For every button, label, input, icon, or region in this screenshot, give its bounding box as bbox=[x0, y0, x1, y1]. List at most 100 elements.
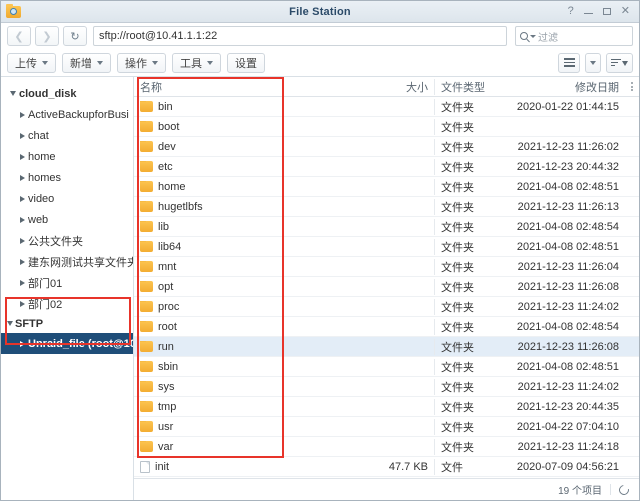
address-input[interactable]: sftp://root@10.41.1.1:22 bbox=[93, 26, 507, 46]
chevron-right-icon[interactable] bbox=[16, 195, 28, 202]
column-header-date[interactable]: 修改日期 bbox=[494, 79, 625, 95]
sidebar-section-sftp[interactable]: SFTP bbox=[1, 314, 133, 333]
sort-button[interactable] bbox=[606, 52, 633, 73]
create-button[interactable]: 新增 bbox=[62, 52, 111, 73]
sidebar-item-video[interactable]: video bbox=[1, 188, 133, 209]
file-name-label: var bbox=[158, 440, 174, 453]
cell-name: sbin bbox=[134, 360, 374, 373]
sidebar-item-homes[interactable]: homes bbox=[1, 167, 133, 188]
cell-name: lib64 bbox=[134, 240, 374, 253]
chevron-right-icon[interactable] bbox=[16, 258, 28, 265]
file-name-label: sbin bbox=[158, 360, 179, 373]
column-options-icon[interactable] bbox=[625, 82, 639, 91]
help-icon[interactable]: ? bbox=[568, 6, 574, 17]
file-name-label: sys bbox=[158, 380, 175, 393]
refresh-icon[interactable] bbox=[617, 482, 631, 497]
folder-icon bbox=[140, 420, 153, 432]
table-row[interactable]: boot 文件夹 bbox=[134, 117, 639, 137]
chevron-down-icon[interactable] bbox=[4, 321, 15, 326]
tools-button[interactable]: 工具 bbox=[172, 52, 221, 73]
table-row[interactable]: bin 文件夹 2020-01-22 01:44:15 bbox=[134, 97, 639, 117]
table-row[interactable]: sbin 文件夹 2021-04-08 02:48:51 bbox=[134, 357, 639, 377]
cell-type: 文件夹 bbox=[434, 318, 494, 335]
table-row[interactable]: etc 文件夹 2021-12-23 20:44:32 bbox=[134, 157, 639, 177]
create-button-label: 新增 bbox=[70, 57, 92, 70]
folder-icon bbox=[140, 120, 153, 132]
sidebar-item-chat[interactable]: chat bbox=[1, 125, 133, 146]
sidebar-item-shared-test-folder[interactable]: 建东网测试共享文件夹 bbox=[1, 251, 133, 272]
table-row[interactable]: root 文件夹 2021-04-08 02:48:54 bbox=[134, 317, 639, 337]
table-row[interactable]: sys 文件夹 2021-12-23 11:24:02 bbox=[134, 377, 639, 397]
table-row[interactable]: init 47.7 KB 文件 2020-07-09 04:56:21 bbox=[134, 457, 639, 477]
chevron-right-icon[interactable] bbox=[16, 300, 28, 307]
action-button[interactable]: 操作 bbox=[117, 52, 166, 73]
view-mode-button[interactable] bbox=[558, 52, 580, 73]
minimize-icon[interactable] bbox=[583, 13, 593, 14]
view-mode-dropdown[interactable] bbox=[585, 52, 601, 73]
table-row[interactable]: hugetlbfs 文件夹 2021-12-23 11:26:13 bbox=[134, 197, 639, 217]
column-header-type[interactable]: 文件类型 bbox=[434, 78, 494, 95]
table-row[interactable]: usr 文件夹 2021-04-22 07:04:10 bbox=[134, 417, 639, 437]
sidebar-item-dept01[interactable]: 部门01 bbox=[1, 272, 133, 293]
close-icon[interactable]: ✕ bbox=[621, 6, 630, 17]
table-row[interactable]: proc 文件夹 2021-12-23 11:24:02 bbox=[134, 297, 639, 317]
window-controls: ? ✕ bbox=[568, 6, 639, 17]
chevron-right-icon[interactable] bbox=[16, 216, 28, 223]
file-name-label: dev bbox=[158, 140, 176, 153]
table-row[interactable]: opt 文件夹 2021-12-23 11:26:08 bbox=[134, 277, 639, 297]
sidebar-item-public-folder[interactable]: 公共文件夹 bbox=[1, 230, 133, 251]
cell-date: 2021-12-23 20:44:32 bbox=[516, 160, 619, 173]
page-title: File Station bbox=[289, 5, 351, 18]
chevron-right-icon[interactable] bbox=[16, 340, 28, 347]
column-header-size[interactable]: 大小 bbox=[374, 79, 434, 95]
table-row[interactable]: lib 文件夹 2021-04-08 02:48:54 bbox=[134, 217, 639, 237]
table-row[interactable]: dev 文件夹 2021-12-23 11:26:02 bbox=[134, 137, 639, 157]
sidebar-item-activebackupforbusi[interactable]: ActiveBackupforBusi bbox=[1, 104, 133, 125]
sidebar-item-cloud-disk[interactable]: cloud_disk bbox=[1, 83, 133, 104]
column-header-name[interactable]: 名称 bbox=[134, 79, 374, 95]
cell-size: 47.7 KB bbox=[388, 460, 428, 473]
table-row[interactable]: lib64 文件夹 2021-04-08 02:48:51 bbox=[134, 237, 639, 257]
maximize-icon[interactable] bbox=[602, 8, 611, 15]
chevron-right-icon[interactable] bbox=[16, 174, 28, 181]
folder-icon bbox=[140, 300, 153, 312]
status-separator bbox=[610, 484, 611, 495]
upload-button[interactable]: 上传 bbox=[7, 52, 56, 73]
folder-icon bbox=[140, 360, 153, 372]
cell-date: 2021-12-23 11:24:02 bbox=[517, 300, 619, 313]
filter-input[interactable]: 过滤 bbox=[515, 26, 633, 46]
table-row[interactable]: run 文件夹 2021-12-23 11:26:08 bbox=[134, 337, 639, 357]
chevron-right-icon[interactable] bbox=[16, 111, 28, 118]
chevron-right-icon[interactable] bbox=[16, 132, 28, 139]
chevron-down-icon[interactable] bbox=[530, 34, 536, 38]
forward-button[interactable]: ❯ bbox=[35, 26, 59, 46]
chevron-down-icon[interactable] bbox=[7, 91, 19, 96]
file-icon bbox=[140, 460, 150, 473]
table-row[interactable]: mnt 文件夹 2021-12-23 11:26:04 bbox=[134, 257, 639, 277]
refresh-button[interactable]: ↻ bbox=[63, 26, 87, 46]
cell-name: tmp bbox=[134, 400, 374, 413]
table-row[interactable]: tmp 文件夹 2021-12-23 20:44:35 bbox=[134, 397, 639, 417]
cell-type: 文件夹 bbox=[434, 98, 494, 115]
folder-icon bbox=[140, 260, 153, 272]
back-button[interactable]: ❮ bbox=[7, 26, 31, 46]
chevron-right-icon[interactable] bbox=[16, 279, 28, 286]
settings-button[interactable]: 设置 bbox=[227, 52, 265, 73]
cell-date: 2021-04-08 02:48:51 bbox=[516, 240, 619, 253]
table-row[interactable]: var 文件夹 2021-12-23 11:24:18 bbox=[134, 437, 639, 457]
sidebar-item-web[interactable]: web bbox=[1, 209, 133, 230]
action-button-label: 操作 bbox=[125, 57, 147, 70]
sidebar-item-unraid-file[interactable]: Unraid_file (root@10 bbox=[1, 333, 133, 354]
folder-icon bbox=[140, 200, 153, 212]
cell-type: 文件 bbox=[434, 458, 494, 475]
chevron-right-icon[interactable] bbox=[16, 237, 28, 244]
sidebar-item-dept02[interactable]: 部门02 bbox=[1, 293, 133, 314]
toolbar: 上传 新增 操作 工具 设置 bbox=[1, 49, 639, 77]
table-row[interactable]: home 文件夹 2021-04-08 02:48:51 bbox=[134, 177, 639, 197]
tools-button-label: 工具 bbox=[180, 57, 202, 70]
chevron-right-icon[interactable] bbox=[16, 153, 28, 160]
sidebar-item-home[interactable]: home bbox=[1, 146, 133, 167]
cell-type: 文件夹 bbox=[434, 418, 494, 435]
sidebar-item-label: chat bbox=[28, 129, 49, 142]
folder-icon bbox=[140, 160, 153, 172]
